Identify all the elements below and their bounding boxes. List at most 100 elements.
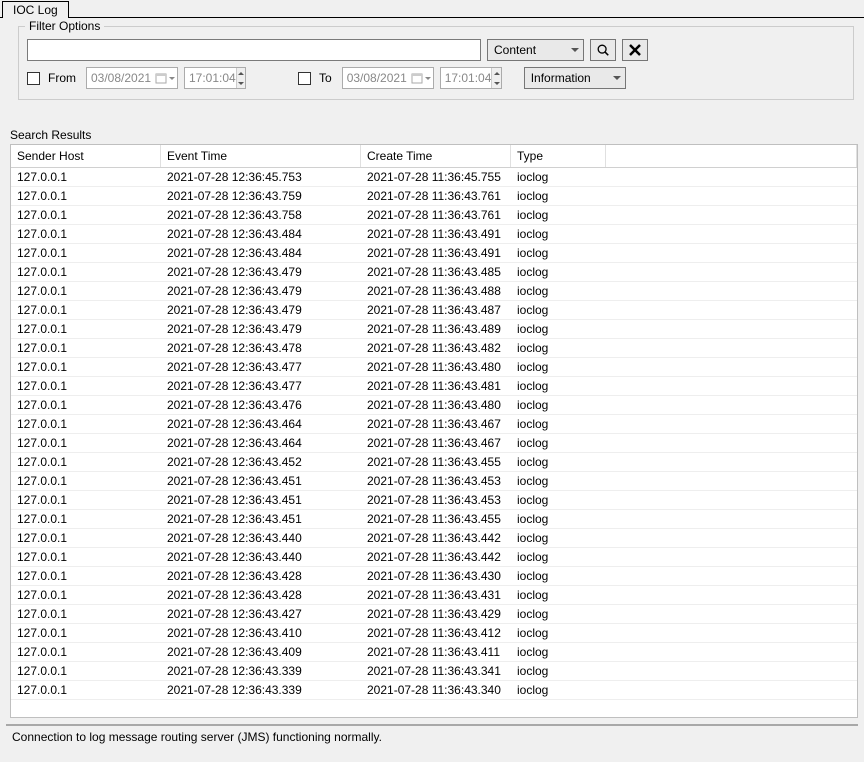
- table-row[interactable]: 127.0.0.12021-07-28 12:36:43.4512021-07-…: [11, 510, 857, 529]
- filter-legend: Filter Options: [25, 19, 104, 33]
- cell-event: 2021-07-28 12:36:43.452: [161, 453, 361, 471]
- tab-bar: IOC Log: [0, 0, 864, 18]
- clear-button[interactable]: [622, 39, 648, 61]
- to-label: To: [319, 71, 332, 85]
- table-row[interactable]: 127.0.0.12021-07-28 12:36:43.4792021-07-…: [11, 301, 857, 320]
- cell-host: 127.0.0.1: [11, 301, 161, 319]
- table-row[interactable]: 127.0.0.12021-07-28 12:36:43.7592021-07-…: [11, 187, 857, 206]
- content-dropdown[interactable]: Content: [487, 39, 584, 61]
- table-row[interactable]: 127.0.0.12021-07-28 12:36:43.4092021-07-…: [11, 643, 857, 662]
- cell-create: 2021-07-28 11:36:43.412: [361, 624, 511, 642]
- cell-event: 2021-07-28 12:36:43.339: [161, 681, 361, 699]
- cell-create: 2021-07-28 11:36:43.491: [361, 225, 511, 243]
- to-time-field[interactable]: 17:01:04: [440, 67, 502, 89]
- table-row[interactable]: 127.0.0.12021-07-28 12:36:43.7582021-07-…: [11, 206, 857, 225]
- cell-empty: [606, 491, 857, 509]
- cell-host: 127.0.0.1: [11, 586, 161, 604]
- table-row[interactable]: 127.0.0.12021-07-28 12:36:43.4792021-07-…: [11, 263, 857, 282]
- cell-type: ioclog: [511, 301, 606, 319]
- cell-create: 2021-07-28 11:36:43.491: [361, 244, 511, 262]
- cell-event: 2021-07-28 12:36:43.428: [161, 586, 361, 604]
- table-row[interactable]: 127.0.0.12021-07-28 12:36:43.3392021-07-…: [11, 681, 857, 700]
- cell-type: ioclog: [511, 662, 606, 680]
- table-header: Sender Host Event Time Create Time Type: [11, 145, 857, 168]
- spinner-down-button[interactable]: [492, 78, 500, 88]
- to-checkbox[interactable]: [298, 72, 311, 85]
- cell-create: 2021-07-28 11:36:43.455: [361, 510, 511, 528]
- cell-type: ioclog: [511, 320, 606, 338]
- cell-event: 2021-07-28 12:36:43.440: [161, 548, 361, 566]
- col-sender-host[interactable]: Sender Host: [11, 145, 161, 167]
- cell-type: ioclog: [511, 643, 606, 661]
- table-row[interactable]: 127.0.0.12021-07-28 12:36:43.4762021-07-…: [11, 396, 857, 415]
- cell-type: ioclog: [511, 415, 606, 433]
- table-row[interactable]: 127.0.0.12021-07-28 12:36:43.4272021-07-…: [11, 605, 857, 624]
- level-dropdown[interactable]: Information: [524, 67, 626, 89]
- table-row[interactable]: 127.0.0.12021-07-28 12:36:43.4772021-07-…: [11, 358, 857, 377]
- table-row[interactable]: 127.0.0.12021-07-28 12:36:43.4402021-07-…: [11, 548, 857, 567]
- table-row[interactable]: 127.0.0.12021-07-28 12:36:43.4842021-07-…: [11, 225, 857, 244]
- col-empty[interactable]: [606, 145, 857, 167]
- cell-empty: [606, 681, 857, 699]
- col-type[interactable]: Type: [511, 145, 606, 167]
- cell-create: 2021-07-28 11:36:43.430: [361, 567, 511, 585]
- cell-create: 2021-07-28 11:36:43.431: [361, 586, 511, 604]
- table-row[interactable]: 127.0.0.12021-07-28 12:36:43.4792021-07-…: [11, 320, 857, 339]
- from-date-value: 03/08/2021: [91, 71, 151, 85]
- spinner-up-button[interactable]: [492, 68, 500, 78]
- table-row[interactable]: 127.0.0.12021-07-28 12:36:43.3392021-07-…: [11, 662, 857, 681]
- cell-event: 2021-07-28 12:36:43.451: [161, 510, 361, 528]
- cell-create: 2021-07-28 11:36:43.453: [361, 472, 511, 490]
- spinner-down-button[interactable]: [237, 78, 245, 88]
- tab-ioc-log[interactable]: IOC Log: [2, 1, 69, 18]
- cell-empty: [606, 358, 857, 376]
- cell-host: 127.0.0.1: [11, 605, 161, 623]
- cell-host: 127.0.0.1: [11, 187, 161, 205]
- cell-event: 2021-07-28 12:36:43.428: [161, 567, 361, 585]
- cell-create: 2021-07-28 11:36:43.411: [361, 643, 511, 661]
- table-row[interactable]: 127.0.0.12021-07-28 12:36:43.4512021-07-…: [11, 472, 857, 491]
- to-date-field[interactable]: 03/08/2021: [342, 67, 434, 89]
- cell-type: ioclog: [511, 358, 606, 376]
- cell-create: 2021-07-28 11:36:43.442: [361, 548, 511, 566]
- table-row[interactable]: 127.0.0.12021-07-28 12:36:43.4842021-07-…: [11, 244, 857, 263]
- cell-type: ioclog: [511, 586, 606, 604]
- cell-empty: [606, 472, 857, 490]
- table-row[interactable]: 127.0.0.12021-07-28 12:36:43.4402021-07-…: [11, 529, 857, 548]
- cell-type: ioclog: [511, 206, 606, 224]
- cell-event: 2021-07-28 12:36:43.759: [161, 187, 361, 205]
- from-time-field[interactable]: 17:01:04: [184, 67, 246, 89]
- cell-type: ioclog: [511, 187, 606, 205]
- spinner-up-button[interactable]: [237, 68, 245, 78]
- cell-empty: [606, 567, 857, 585]
- cell-empty: [606, 282, 857, 300]
- table-row[interactable]: 127.0.0.12021-07-28 12:36:43.4512021-07-…: [11, 491, 857, 510]
- table-row[interactable]: 127.0.0.12021-07-28 12:36:43.4642021-07-…: [11, 415, 857, 434]
- table-row[interactable]: 127.0.0.12021-07-28 12:36:43.4522021-07-…: [11, 453, 857, 472]
- table-row[interactable]: 127.0.0.12021-07-28 12:36:43.4642021-07-…: [11, 434, 857, 453]
- cell-create: 2021-07-28 11:36:43.480: [361, 358, 511, 376]
- col-event-time[interactable]: Event Time: [161, 145, 361, 167]
- cell-type: ioclog: [511, 377, 606, 395]
- cell-event: 2021-07-28 12:36:43.440: [161, 529, 361, 547]
- table-row[interactable]: 127.0.0.12021-07-28 12:36:43.4282021-07-…: [11, 567, 857, 586]
- table-row[interactable]: 127.0.0.12021-07-28 12:36:45.7532021-07-…: [11, 168, 857, 187]
- cell-empty: [606, 434, 857, 452]
- cell-empty: [606, 586, 857, 604]
- cell-create: 2021-07-28 11:36:43.467: [361, 415, 511, 433]
- table-row[interactable]: 127.0.0.12021-07-28 12:36:43.4792021-07-…: [11, 282, 857, 301]
- cell-empty: [606, 415, 857, 433]
- search-button[interactable]: [590, 39, 616, 61]
- cell-event: 2021-07-28 12:36:43.464: [161, 415, 361, 433]
- from-checkbox[interactable]: [27, 72, 40, 85]
- table-row[interactable]: 127.0.0.12021-07-28 12:36:43.4782021-07-…: [11, 339, 857, 358]
- table-row[interactable]: 127.0.0.12021-07-28 12:36:43.4282021-07-…: [11, 586, 857, 605]
- cell-host: 127.0.0.1: [11, 662, 161, 680]
- cell-type: ioclog: [511, 396, 606, 414]
- table-row[interactable]: 127.0.0.12021-07-28 12:36:43.4102021-07-…: [11, 624, 857, 643]
- col-create-time[interactable]: Create Time: [361, 145, 511, 167]
- search-input[interactable]: [27, 39, 481, 61]
- table-row[interactable]: 127.0.0.12021-07-28 12:36:43.4772021-07-…: [11, 377, 857, 396]
- chevron-down-icon: [238, 82, 244, 85]
- from-date-field[interactable]: 03/08/2021: [86, 67, 178, 89]
